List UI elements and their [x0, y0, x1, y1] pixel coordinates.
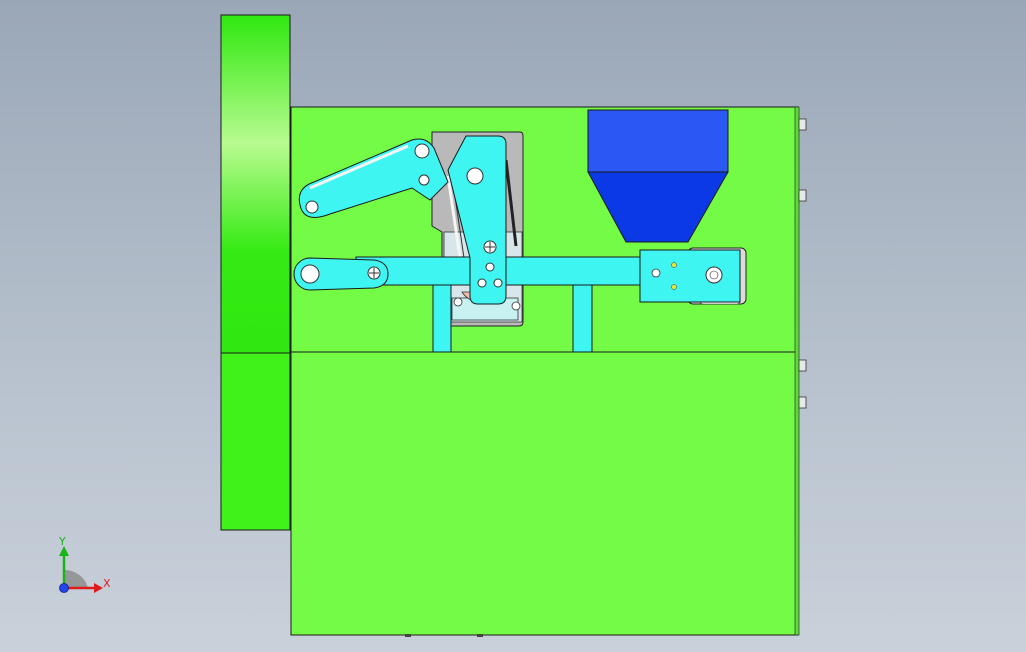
cad-viewport[interactable]: Y X — [0, 0, 1026, 652]
side-panel-upper — [220, 14, 291, 354]
side-panel — [220, 14, 291, 531]
triad-x-label: X — [103, 577, 111, 590]
bottom-foot — [477, 634, 483, 637]
crank-arm-pin — [418, 174, 430, 186]
coordinate-triad: Y X — [58, 535, 111, 593]
side-panel-lower — [220, 352, 291, 531]
end-block-pin — [671, 284, 677, 290]
support-post-left — [432, 284, 452, 353]
rocker-lever-screw — [493, 278, 503, 288]
crank-arm-pivot — [305, 200, 319, 214]
hopper-box — [587, 109, 729, 173]
triad-y-label: Y — [58, 535, 66, 548]
crank-arm-pin — [414, 143, 430, 159]
rocker-lever-screw — [485, 262, 495, 272]
bottom-foot — [405, 634, 411, 637]
end-block-hole — [705, 266, 723, 284]
end-block-screw — [651, 268, 661, 278]
frame-right-edge — [794, 106, 800, 636]
cad-model-view[interactable]: Y X — [0, 0, 1026, 652]
edge-bolt — [798, 118, 807, 131]
edge-bolt — [798, 189, 807, 202]
window-pin — [453, 297, 463, 307]
triad-x-arrow — [94, 583, 103, 593]
rocker-lever-hole — [466, 167, 484, 185]
triad-z-axis — [59, 583, 69, 593]
lower-frame-plate — [290, 351, 799, 636]
edge-bolt — [798, 359, 807, 372]
lower-link-pivot — [300, 264, 320, 284]
rocker-lever-screw — [477, 278, 487, 288]
end-block-pin — [671, 262, 677, 268]
edge-bolt — [798, 396, 807, 409]
lower-link — [293, 257, 389, 291]
window-pin — [511, 301, 521, 311]
